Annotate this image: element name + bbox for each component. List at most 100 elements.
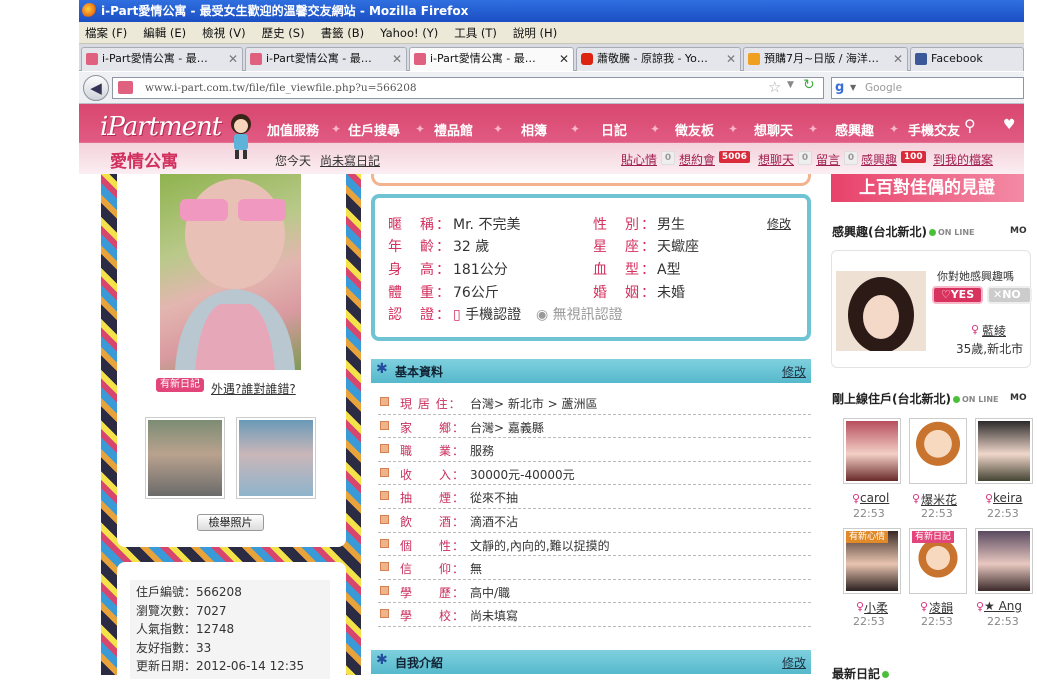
user-avatar[interactable] <box>975 528 1033 594</box>
quick-interest[interactable]: 感興趣 100 <box>861 151 926 168</box>
row-label: 家 鄉： <box>400 420 466 435</box>
menu-tools[interactable]: 工具 (T) <box>448 22 507 44</box>
back-arrow-icon[interactable]: ◀ <box>83 75 109 101</box>
bullet-icon <box>380 397 389 406</box>
browser-tab[interactable]: i-Part愛情公寓 - 最… ✕ <box>81 47 243 71</box>
nav-interest[interactable]: 感興趣 <box>835 120 874 139</box>
browser-tab[interactable]: 預購7月~日版 / 海洋… ✕ <box>743 47 908 71</box>
edit-profile-link[interactable]: 修改 <box>767 215 791 232</box>
quick-message[interactable]: 留言 0 <box>816 151 859 168</box>
section-title: 基本資料 <box>395 365 444 379</box>
basic-info-header: ✱ 基本資料 修改 <box>371 359 811 383</box>
stat-label: 人氣指數： <box>136 622 197 636</box>
user-avatar[interactable]: 有新心情 <box>843 528 901 594</box>
yes-button[interactable]: ♡YES <box>932 286 983 304</box>
user-name[interactable]: 小柔 <box>864 599 888 616</box>
browser-tab[interactable]: Facebook <box>910 47 1024 71</box>
user-name[interactable]: carol <box>860 491 889 505</box>
user-time: 22:53 <box>987 615 1019 628</box>
close-icon[interactable]: ✕ <box>228 48 238 70</box>
chevron-down-icon[interactable]: ▼ <box>787 80 794 90</box>
member-photo[interactable] <box>836 271 926 353</box>
stat-label: 住戶編號： <box>136 585 197 599</box>
nav-search[interactable]: 住戶搜尋 <box>348 120 400 139</box>
more-link[interactable]: MO <box>1010 226 1027 236</box>
close-icon[interactable]: ✕ <box>392 48 402 70</box>
bookmark-star-icon[interactable]: ☆ <box>768 78 781 96</box>
menu-file[interactable]: 檔案 (F) <box>79 22 137 44</box>
nav-vip[interactable]: 加值服務 <box>267 120 319 139</box>
no-button[interactable]: ✕NO <box>987 286 1032 304</box>
stat-value: 7027 <box>196 603 227 618</box>
row-label: 信 仰： <box>400 562 466 577</box>
user-name[interactable]: ★ Ang <box>984 599 1022 613</box>
nav-separator-icon: ✦ <box>331 122 342 136</box>
quick-label: 想聊天 <box>758 153 795 167</box>
photo-thumbnail[interactable] <box>145 417 225 499</box>
count-badge: 0 <box>660 151 676 165</box>
row-value: 30000元-40000元 <box>470 467 575 482</box>
user-avatar[interactable] <box>843 418 901 484</box>
url-bar[interactable]: www.i-part.com.tw/file/file_viewfile.php… <box>112 77 824 99</box>
menu-bookmarks[interactable]: 書籤 (B) <box>315 22 375 44</box>
youtube-favicon-icon <box>581 53 593 65</box>
more-link[interactable]: MO <box>1010 393 1027 403</box>
quick-my-profile[interactable]: 到我的檔案 <box>933 151 993 168</box>
list-item: 學 歷： 高中/職 <box>378 580 811 604</box>
photo-thumbnail[interactable] <box>236 417 316 499</box>
diary-link[interactable]: 外遇?誰對誰錯? <box>211 380 296 397</box>
reload-icon[interactable]: ↻ <box>803 77 815 93</box>
main-nav: 加值服務 ✦ 住戶搜尋 ✦ 禮品館 ✦ 相簿 ✦ 日記 ✦ 徵友板 ✦ 想聊天 … <box>258 114 1024 140</box>
bullet-icon <box>380 444 389 454</box>
edit-basic-link[interactable]: 修改 <box>782 363 806 380</box>
nav-album[interactable]: 相簿 <box>521 120 547 139</box>
shop-favicon-icon <box>748 53 760 65</box>
profile-photo[interactable] <box>160 174 301 370</box>
menu-yahoo[interactable]: Yahoo! (Y) <box>374 22 448 44</box>
user-tag: 有新心情 <box>846 531 889 543</box>
menu-history[interactable]: 歷史 (S) <box>256 22 315 44</box>
report-photo-button[interactable]: 檢舉照片 <box>197 514 264 531</box>
browser-tab[interactable]: 蕭敬騰 - 原諒我 - Yo… ✕ <box>576 47 741 71</box>
stat-label: 瀏覽次數： <box>136 603 197 618</box>
browser-tab[interactable]: i-Part愛情公寓 - 最… ✕ <box>245 47 407 71</box>
browser-tab-active[interactable]: i-Part愛情公寓 - 最… ✕ <box>409 47 574 71</box>
nav-diary[interactable]: 日記 <box>601 120 627 139</box>
today-diary-link[interactable]: 尚未寫日記 <box>320 152 380 169</box>
nav-chat[interactable]: 想聊天 <box>754 120 793 139</box>
user-name[interactable]: 爆米花 <box>921 491 957 508</box>
user-avatar[interactable] <box>975 418 1033 484</box>
close-icon[interactable]: ✕ <box>559 48 569 70</box>
count-badge: 5006 <box>718 151 750 163</box>
member-name[interactable]: 藍綾 <box>982 322 1006 339</box>
user-avatar[interactable] <box>909 418 967 484</box>
nav-separator-icon: ✦ <box>889 122 900 136</box>
user-name[interactable]: keira <box>993 491 1023 505</box>
menu-view[interactable]: 檢視 (V) <box>196 22 256 44</box>
quick-date[interactable]: 想約會 5006 <box>679 151 750 168</box>
window-title: i-Part愛情公寓 - 最受女生歡迎的溫馨交友網站 - Mozilla Fir… <box>79 0 1024 22</box>
testimonial-banner[interactable]: 上百對佳偶的見證 <box>831 174 1024 202</box>
site-logo[interactable]: iPartment <box>100 112 222 142</box>
nav-mobile[interactable]: 手機交友 <box>908 120 960 139</box>
menu-edit[interactable]: 編輯 (E) <box>137 22 196 44</box>
user-tag: 有新日記 <box>912 531 955 543</box>
user-avatar[interactable]: 有新日記 <box>909 528 967 594</box>
search-input[interactable]: Google <box>831 77 1024 99</box>
chevron-down-icon[interactable]: ▼ <box>850 83 856 92</box>
quick-chat[interactable]: 想聊天 0 <box>758 151 813 168</box>
close-icon[interactable]: ✕ <box>726 48 736 70</box>
menu-help[interactable]: 說明 (H) <box>507 22 567 44</box>
close-icon[interactable]: ✕ <box>893 48 903 70</box>
row-label: 個 性： <box>400 538 466 553</box>
nav-dating-board[interactable]: 徵友板 <box>675 120 714 139</box>
quick-mood[interactable]: 貼心情 0 <box>621 151 676 168</box>
google-icon[interactable]: g <box>835 80 844 95</box>
user-name[interactable]: 凌韻 <box>929 599 953 616</box>
latest-diary-title: 最新日記 <box>832 665 891 682</box>
facebook-favicon-icon <box>915 53 927 65</box>
nav-gifts[interactable]: 禮品館 <box>434 120 473 139</box>
female-icon: ♀ <box>852 492 861 505</box>
edit-intro-link[interactable]: 修改 <box>782 654 806 671</box>
user-time: 22:53 <box>987 507 1019 520</box>
